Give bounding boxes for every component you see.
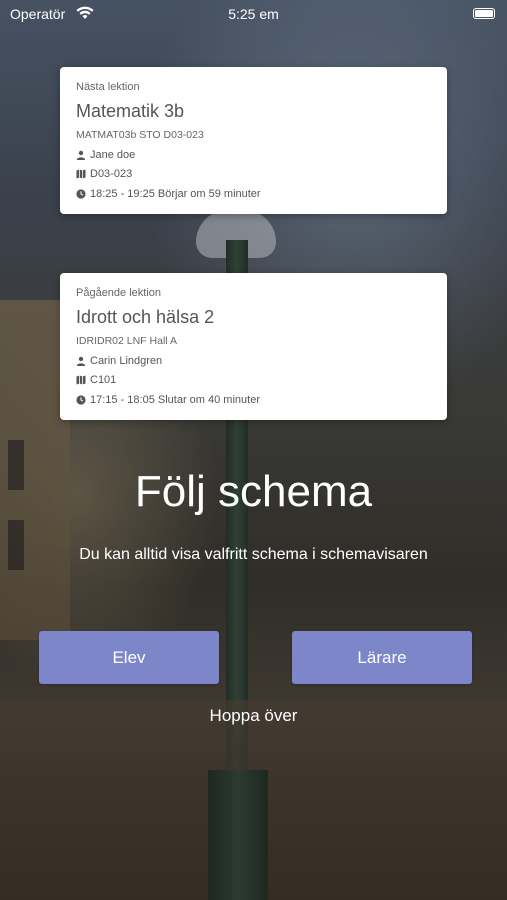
map-icon bbox=[76, 375, 86, 385]
room-label: D03-023 bbox=[90, 168, 133, 180]
time-info: 18:25 - 19:25 Börjar om 59 minuter bbox=[90, 188, 261, 200]
lesson-code: IDRIDR02 LNF Hall A bbox=[76, 335, 177, 347]
next-lesson-card[interactable]: Nästa lektion Matematik 3b MATMAT03b STO… bbox=[60, 67, 447, 214]
battery-icon bbox=[473, 8, 495, 19]
skip-link[interactable]: Hoppa över bbox=[0, 706, 507, 726]
current-lesson-card[interactable]: Pågående lektion Idrott och hälsa 2 IDRI… bbox=[60, 273, 447, 420]
page-title: Följ schema bbox=[134, 467, 373, 516]
map-icon bbox=[76, 169, 86, 179]
clock-icon bbox=[76, 189, 86, 199]
lesson-title: Matematik 3b bbox=[76, 101, 185, 121]
status-bar: Operatör 5:25 em bbox=[0, 0, 507, 28]
clock: 5:25 em bbox=[228, 6, 279, 22]
lesson-code: MATMAT03b STO D03-023 bbox=[76, 129, 204, 141]
person-icon bbox=[76, 356, 86, 366]
card-kicker: Nästa lektion bbox=[76, 81, 140, 93]
clock-icon bbox=[76, 395, 86, 405]
card-kicker: Pågående lektion bbox=[76, 287, 162, 299]
lesson-title: Idrott och hälsa 2 bbox=[76, 307, 215, 327]
teacher-name: Jane doe bbox=[90, 149, 136, 161]
time-row: 18:25 - 19:25 Börjar om 59 minuter bbox=[76, 188, 261, 200]
person-icon bbox=[76, 150, 86, 160]
room-row: D03-023 bbox=[76, 168, 132, 180]
page-subtitle: Du kan alltid visa valfritt schema i sch… bbox=[79, 546, 428, 563]
room-row: C101 bbox=[76, 374, 116, 386]
room-label: C101 bbox=[90, 374, 117, 386]
teacher-row: Jane doe bbox=[76, 149, 135, 161]
time-row: 17:15 - 18:05 Slutar om 40 minuter bbox=[76, 394, 260, 406]
teacher-name: Carin Lindgren bbox=[90, 355, 163, 367]
teacher-row: Carin Lindgren bbox=[76, 355, 162, 367]
student-button[interactable]: Elev bbox=[39, 631, 219, 684]
teacher-button[interactable]: Lärare bbox=[292, 631, 472, 684]
time-info: 17:15 - 18:05 Slutar om 40 minuter bbox=[90, 394, 260, 406]
